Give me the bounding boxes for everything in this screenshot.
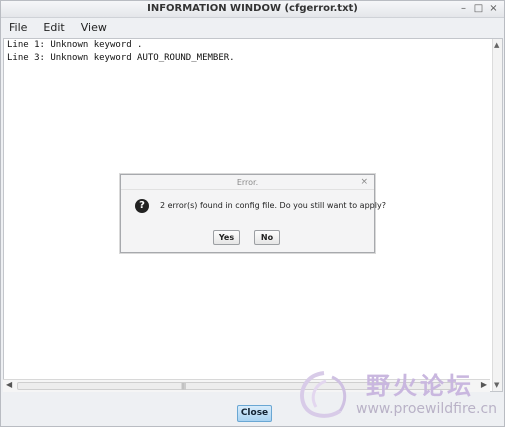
question-icon: ? xyxy=(135,199,149,213)
vertical-scrollbar[interactable]: ▲ ▼ xyxy=(492,39,502,391)
close-window-button[interactable]: × xyxy=(487,2,500,15)
watermark: 野火论坛 www.proewildfire.cn xyxy=(296,366,501,424)
watermark-text: 野火论坛 xyxy=(366,372,474,400)
dialog-close-icon[interactable]: × xyxy=(360,175,368,190)
maximize-button[interactable]: □ xyxy=(472,2,485,15)
minimize-button[interactable]: – xyxy=(457,2,470,15)
menu-file[interactable]: File xyxy=(9,21,27,34)
watermark-logo-icon xyxy=(300,371,347,418)
scroll-left-icon[interactable]: ◀ xyxy=(6,380,12,389)
dialog-title-bar[interactable]: Error. × xyxy=(121,175,374,190)
error-dialog: Error. × ? 2 error(s) found in config fi… xyxy=(120,174,386,253)
scroll-up-icon[interactable]: ▲ xyxy=(494,41,499,49)
no-button[interactable]: No xyxy=(254,230,280,245)
dialog-title: Error. xyxy=(236,178,259,187)
menu-bar: File Edit View xyxy=(1,18,504,37)
window-title: INFORMATION WINDOW (cfgerror.txt) xyxy=(147,3,358,14)
grip-icon: |||| xyxy=(181,383,186,390)
close-button[interactable]: Close xyxy=(237,405,272,422)
watermark-url: www.proewildfire.cn xyxy=(356,401,498,417)
dialog-message: 2 error(s) found in config file. Do you … xyxy=(160,201,386,210)
error-line-1: Line 1: Unknown keyword . xyxy=(7,40,143,50)
information-window: INFORMATION WINDOW (cfgerror.txt) – □ × … xyxy=(0,0,505,427)
window-controls: – □ × xyxy=(457,2,500,15)
error-line-2: Line 3: Unknown keyword AUTO_ROUND_MEMBE… xyxy=(7,53,235,63)
menu-view[interactable]: View xyxy=(81,21,107,34)
menu-edit[interactable]: Edit xyxy=(43,21,64,34)
yes-button[interactable]: Yes xyxy=(213,230,240,245)
title-bar[interactable]: INFORMATION WINDOW (cfgerror.txt) – □ × xyxy=(1,1,504,18)
